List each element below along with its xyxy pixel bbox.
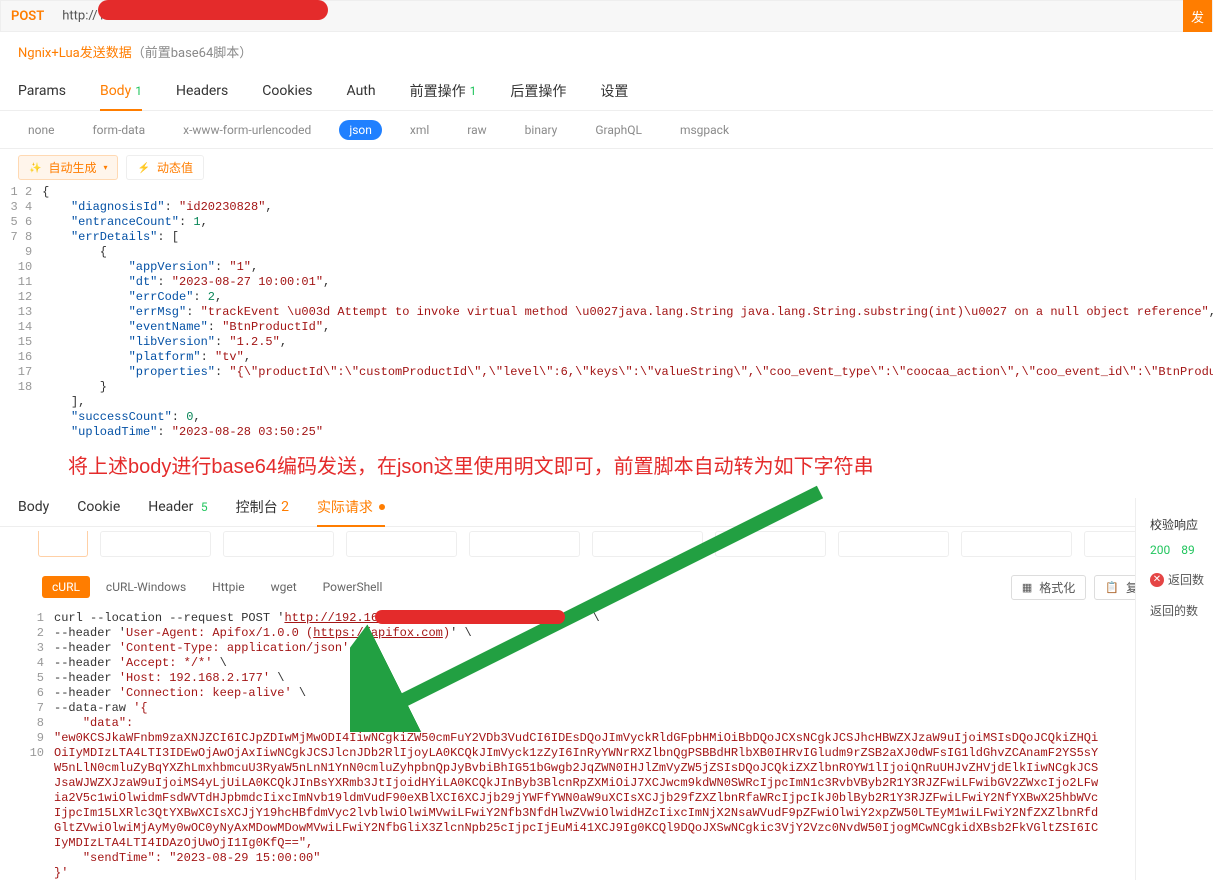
resp-tab-cookie[interactable]: Cookie — [77, 487, 120, 527]
editor-toolbar: 自动生成 动态值 — [0, 149, 1213, 185]
status-time: 89 — [1181, 543, 1195, 557]
annotation-text: 将上述body进行base64编码发送，在json这里使用明文即可，前置脚本自动… — [0, 440, 1213, 479]
gutter: 1 2 3 4 5 6 7 8 9 10 11 12 13 14 15 16 1… — [8, 185, 42, 440]
lang-powershell[interactable]: PowerShell — [313, 576, 393, 598]
wand-icon — [29, 160, 44, 174]
lang-wget[interactable]: wget — [261, 576, 307, 598]
bolt-icon — [137, 160, 152, 174]
tab-post-ops[interactable]: 后置操作 — [510, 71, 566, 111]
tab-body[interactable]: Body1 — [100, 71, 142, 111]
fmt-msgpack[interactable]: msgpack — [670, 120, 739, 140]
http-method: POST — [11, 9, 44, 24]
tab-params[interactable]: Params — [18, 71, 66, 111]
curl-code[interactable]: curl --location --request POST 'http://1… — [54, 611, 1104, 881]
curl-gutter: 1 2 3 4 5 6 7 8 9 10 — [24, 611, 54, 881]
code-content[interactable]: { "diagnosisId": "id20230828", "entrance… — [42, 185, 1213, 440]
fmt-form-data[interactable]: form-data — [82, 120, 155, 140]
api-name: Ngnix+Lua发送数据（前置base64脚本） — [0, 32, 1213, 71]
resp-tab-body[interactable]: Body — [18, 487, 49, 527]
response-tabs: Body Cookie Header 5 控制台 2 实际请求 <· 分享 — [0, 487, 1213, 527]
send-button[interactable]: 发 — [1183, 0, 1212, 32]
dynamic-value-button[interactable]: 动态值 — [126, 155, 203, 180]
redaction-mark — [148, 6, 348, 26]
dot-icon — [379, 504, 385, 510]
curl-editor[interactable]: 1 2 3 4 5 6 7 8 9 10 curl --location --r… — [0, 607, 1213, 881]
status-code: 200 — [1150, 543, 1170, 557]
request-tabs: Params Body1 Headers Cookies Auth 前置操作1 … — [0, 71, 1213, 111]
url-input[interactable]: http://192.168. — [62, 6, 348, 26]
lang-curl[interactable]: cURL — [42, 576, 90, 598]
fmt-binary[interactable]: binary — [515, 120, 568, 140]
fmt-json[interactable]: json — [339, 120, 382, 140]
tab-cookies[interactable]: Cookies — [262, 71, 312, 111]
fmt-xwww[interactable]: x-www-form-urlencoded — [173, 120, 321, 140]
json-editor[interactable]: 1 2 3 4 5 6 7 8 9 10 11 12 13 14 15 16 1… — [0, 185, 1213, 440]
resp-tab-console[interactable]: 控制台 2 — [236, 487, 289, 527]
lang-httpie[interactable]: Httpie — [202, 576, 254, 598]
tab-auth[interactable]: Auth — [347, 71, 376, 111]
code-lang-tabs: cURL cURL-Windows Httpie wget PowerShell… — [24, 567, 1213, 607]
fmt-none[interactable]: none — [18, 120, 64, 140]
format-code-button[interactable]: 格式化 — [1011, 575, 1086, 600]
resp-tab-header[interactable]: Header 5 — [148, 487, 207, 527]
fmt-xml[interactable]: xml — [400, 120, 439, 140]
resp-tab-actual-request[interactable]: 实际请求 — [317, 487, 385, 527]
tab-settings[interactable]: 设置 — [600, 71, 628, 111]
tab-headers[interactable]: Headers — [176, 71, 228, 111]
url-bar: POST http://192.168. 发 — [0, 0, 1213, 32]
error-icon: ✕ — [1150, 573, 1164, 587]
status-row: 200 89 — [1150, 543, 1209, 557]
lang-curl-windows[interactable]: cURL-Windows — [96, 576, 196, 598]
fmt-raw[interactable]: raw — [457, 120, 496, 140]
body-format-tabs: none form-data x-www-form-urlencoded jso… — [0, 111, 1213, 149]
validate-panel: 校验响应 200 89 ✕ 返回数 返回的数 — [1135, 498, 1213, 880]
validate-title: 校验响应 — [1150, 516, 1209, 533]
return-row-error: ✕ 返回数 — [1150, 571, 1209, 588]
copy-icon — [1105, 580, 1122, 594]
tab-pre-ops[interactable]: 前置操作1 — [410, 71, 477, 111]
autogen-button[interactable]: 自动生成 — [18, 155, 118, 180]
return-row: 返回的数 — [1150, 602, 1209, 619]
ghost-toolbar — [0, 527, 1213, 567]
fmt-graphql[interactable]: GraphQL — [585, 120, 652, 140]
grid-icon — [1022, 580, 1035, 594]
redaction-mark — [385, 612, 585, 624]
